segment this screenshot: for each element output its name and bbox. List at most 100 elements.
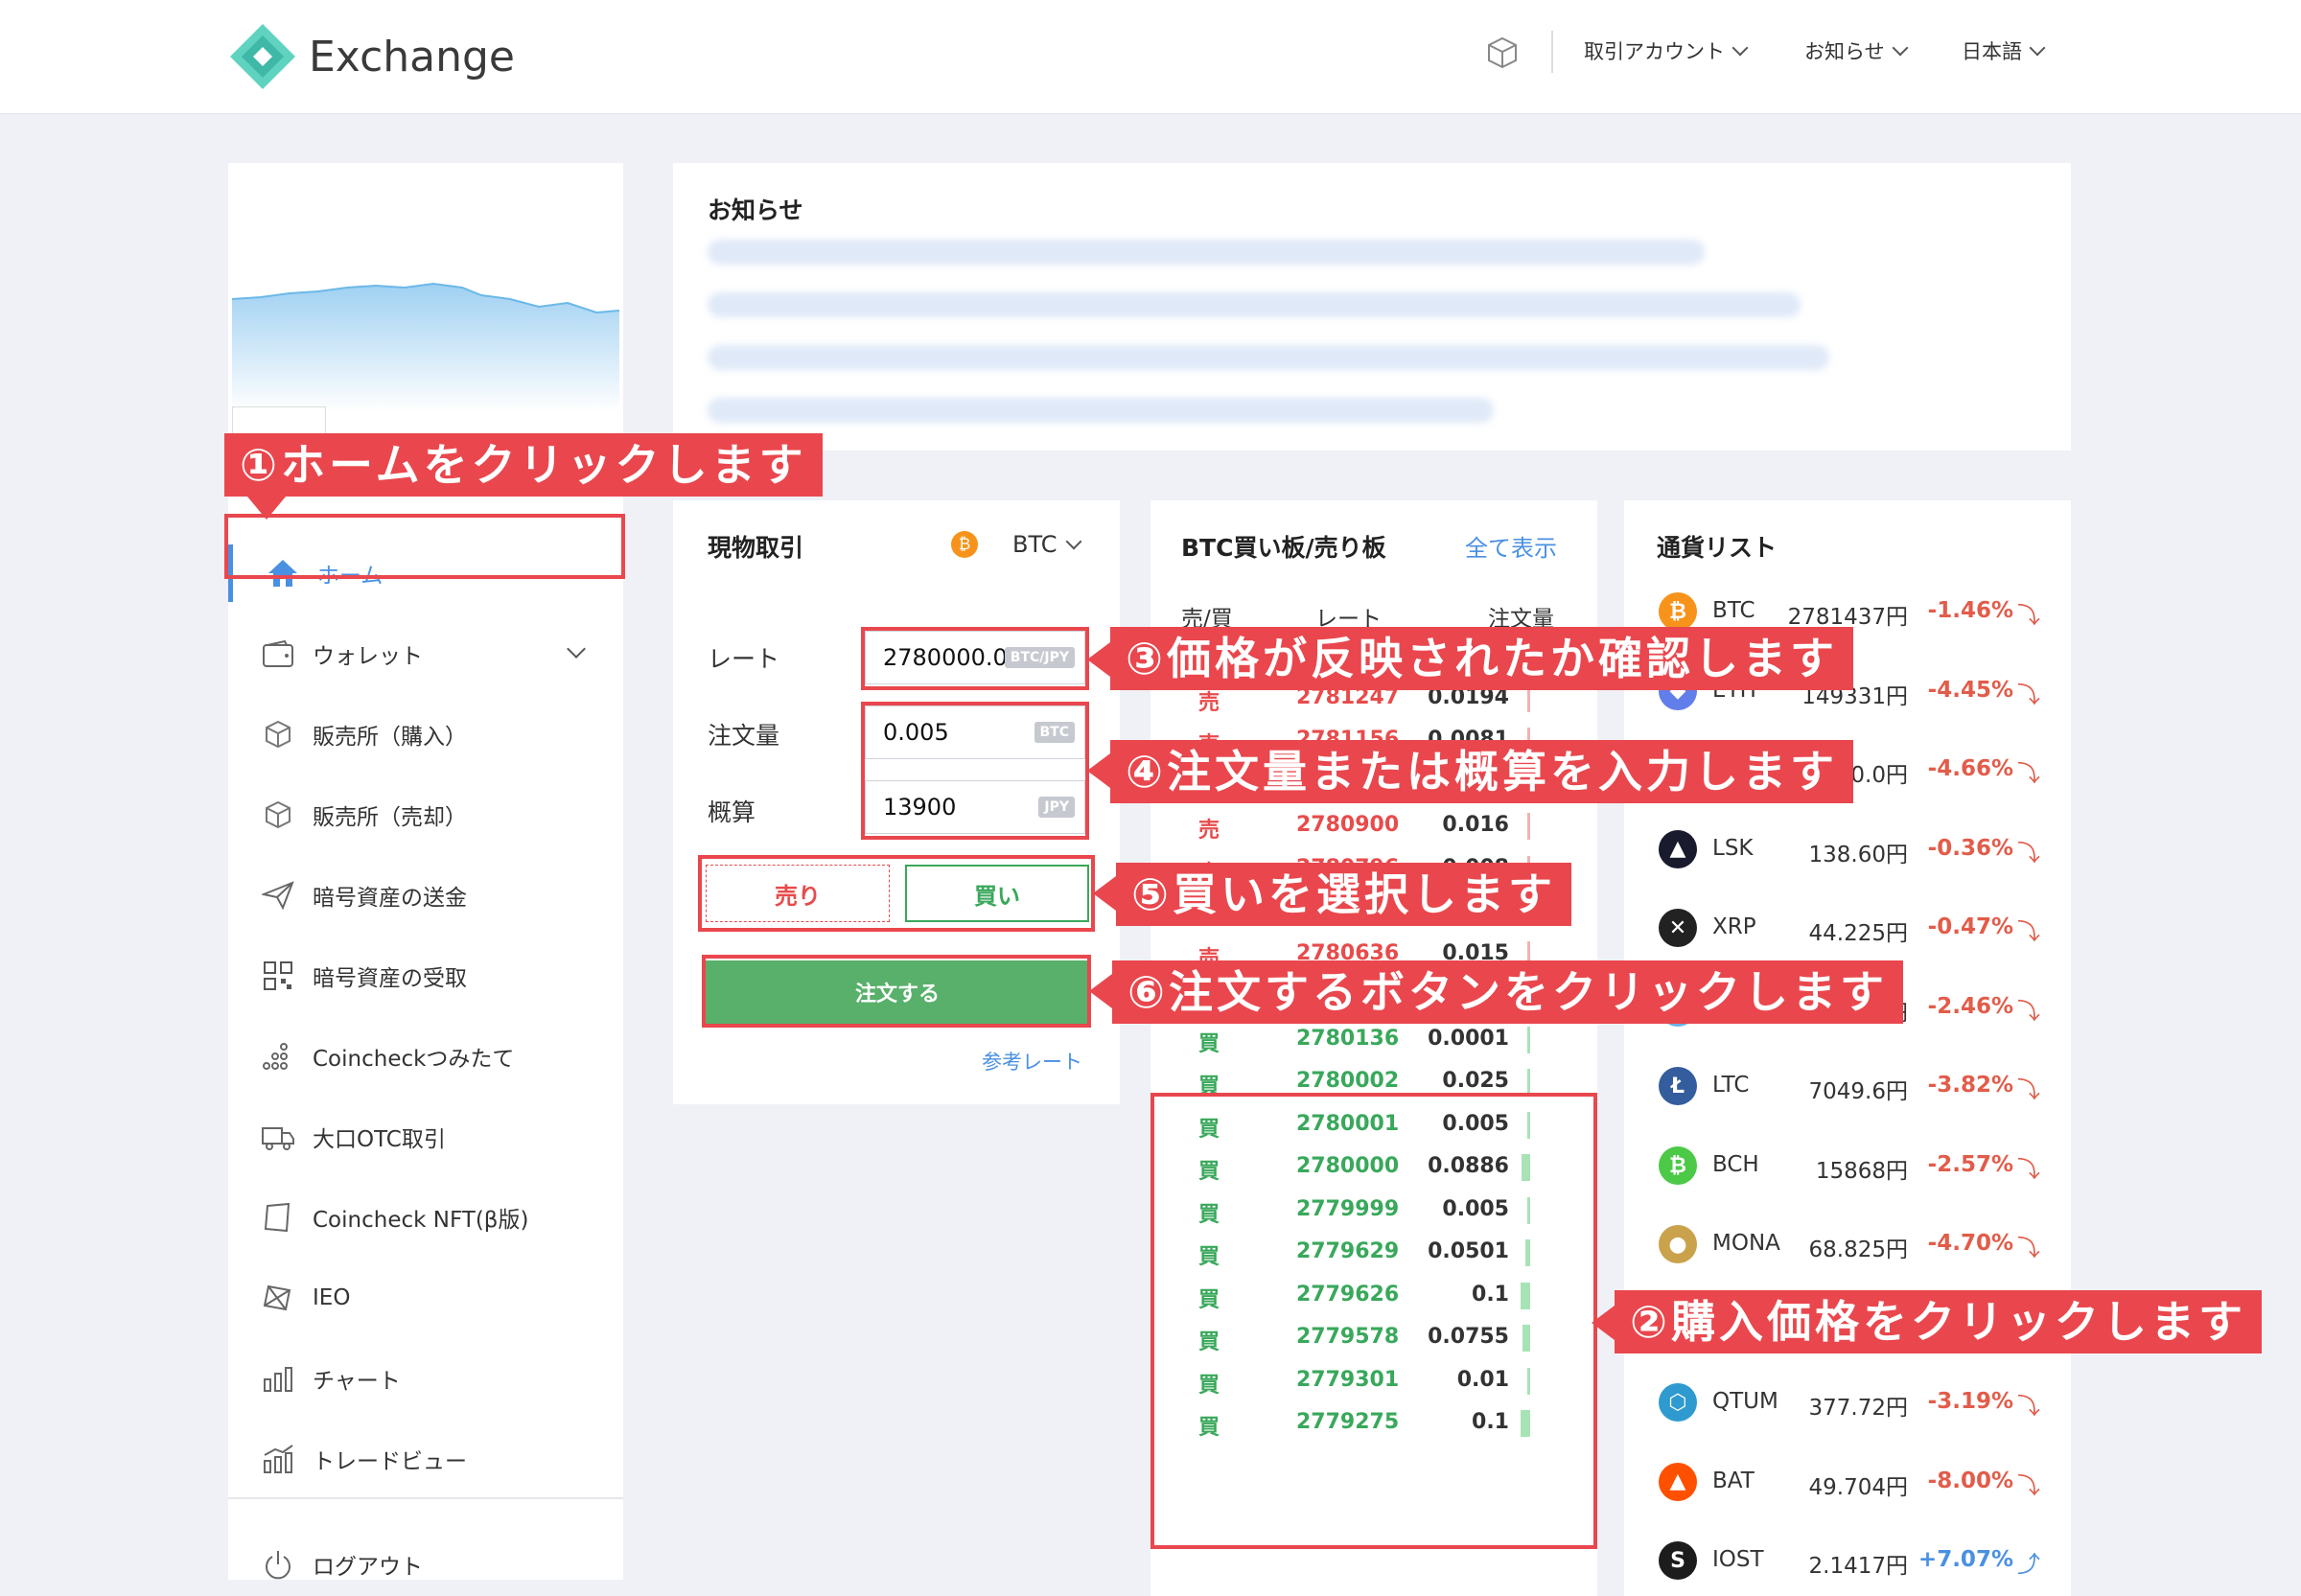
lsk-coin-icon: ▲ (1659, 829, 1697, 868)
sidebar-item-receive[interactable]: 暗号資産の受取 (228, 947, 621, 1005)
nav-news[interactable]: お知らせ (1804, 36, 1909, 65)
annotation-step-4: ④注文量または概算を入力します (1110, 740, 1853, 803)
annotation-step-5: ⑤買いを選択します (1116, 863, 1571, 926)
trend-down-icon: ⤵ (2017, 602, 2040, 629)
currency-name: IOST (1712, 1547, 1764, 1572)
sidebar-item-label: 暗号資産の送金 (313, 886, 467, 911)
sidebar-item-label: ウォレット (313, 644, 423, 669)
currency-price: 15868円 (1815, 1158, 1908, 1184)
spot-title: 現物取引 (708, 534, 804, 562)
nav-trade-account[interactable]: 取引アカウント (1584, 36, 1749, 65)
news-item[interactable] (708, 345, 1829, 370)
currency-row[interactable]: Ł LTC 7049.6円 -3.82% ⤵ (1624, 1048, 2071, 1126)
highlight-home (224, 514, 625, 579)
currency-price: 49.704円 (1808, 1474, 1908, 1500)
truck-icon (261, 1120, 295, 1154)
ieo-icon (261, 1281, 295, 1315)
show-all-link[interactable]: 全て表示 (1465, 529, 1557, 563)
currency-price: 138.60円 (1808, 842, 1908, 867)
news-title: お知らせ (708, 197, 803, 224)
trend-down-icon: ⤵ (2017, 839, 2040, 867)
currency-price: 2.1417円 (1808, 1554, 1908, 1579)
sidebar-item-chart[interactable]: チャート (228, 1350, 621, 1407)
sidebar-item-label: IEO (313, 1285, 351, 1310)
sidebar-item-label: チャート (313, 1369, 401, 1394)
annotation-pointer-5 (1093, 876, 1116, 911)
currency-row[interactable]: S IOST 2.1417円 +7.07% ⤴ (1624, 1522, 2071, 1596)
sidebar-item-nft[interactable]: Coincheck NFT(β版) (228, 1189, 621, 1246)
buy-order-row[interactable]: 買 2780136 0.0001 (1150, 1019, 1563, 1061)
trend-down-icon: ⤵ (2017, 1471, 2040, 1499)
chevron-down-icon (1732, 39, 1749, 57)
currency-rows: ₿BTC2781437円-1.46%⤵◆ETH149331円-4.45%⤵◆ET… (1624, 573, 2071, 1589)
mona-coin-icon: ● (1659, 1225, 1697, 1263)
sidebar-item-sell-store[interactable]: 販売所（売却） (228, 786, 621, 844)
chevron-down-icon (1892, 39, 1909, 57)
sidebar-item-tradeview[interactable]: トレードビュー (228, 1430, 621, 1488)
chart-tab[interactable] (232, 406, 326, 436)
wallet-icon (261, 636, 295, 671)
sidebar-item-tsumitate[interactable]: Coincheckつみたて (228, 1028, 621, 1085)
news-item[interactable] (708, 292, 1801, 317)
amount-label: 注文量 (708, 722, 780, 750)
currency-row[interactable]: ▲ BAT 49.704円 -8.00% ⤵ (1624, 1444, 2071, 1522)
news-item[interactable] (708, 398, 1494, 423)
currency-change: -4.66% (1927, 756, 2013, 781)
annotation-pointer-6 (1089, 974, 1112, 1008)
estimate-label: 概算 (708, 798, 756, 826)
order-side: 売 (1198, 819, 1220, 843)
order-qty: 0.025 (1442, 1069, 1509, 1093)
currency-change: -0.36% (1927, 835, 2013, 861)
news-panel: お知らせ (673, 163, 2071, 451)
sidebar-item-buy-store[interactable]: 販売所（購入） (228, 705, 621, 763)
logo[interactable]: Exchange (228, 21, 516, 92)
currency-row[interactable]: ✕ XRP 44.225円 -0.47% ⤵ (1624, 890, 2071, 968)
bch-coin-icon: ₿ (1659, 1145, 1697, 1185)
currency-row[interactable]: ● MONA 68.825円 -4.70% ⤵ (1624, 1206, 2071, 1284)
sidebar-item-label: 大口OTC取引 (313, 1127, 446, 1152)
currency-price: 377.72円 (1808, 1396, 1908, 1421)
sidebar-item-otc[interactable]: 大口OTC取引 (228, 1108, 621, 1166)
sidebar-item-wallet[interactable]: ウォレット (228, 625, 621, 682)
sidebar-item-logout[interactable]: ログアウト (228, 1536, 621, 1593)
sidebar-item-ieo[interactable]: IEO (228, 1269, 621, 1327)
sidebar-divider (228, 1497, 623, 1499)
currency-list-title: 通貨リスト (1657, 534, 1778, 562)
pair-selector[interactable]: ₿ BTC (951, 531, 1082, 558)
news-item[interactable] (708, 240, 1705, 265)
currency-change: -3.19% (1927, 1389, 2013, 1414)
sidebar-item-send[interactable]: 暗号資産の送金 (228, 867, 621, 924)
trade-chart-icon (261, 1442, 295, 1476)
bar-chart-icon (261, 1361, 295, 1396)
nft-card-icon (261, 1200, 295, 1235)
currency-name: LTC (1712, 1073, 1750, 1098)
nav-language[interactable]: 日本語 (1962, 36, 2046, 65)
currency-change: -4.45% (1927, 677, 2013, 703)
qr-icon (261, 959, 295, 993)
sidebar-item-label: 販売所（売却） (313, 805, 467, 830)
currency-row[interactable]: ₿ BCH 15868円 -2.57% ⤵ (1624, 1127, 2071, 1206)
currency-name: MONA (1712, 1231, 1780, 1256)
order-qty: 0.016 (1442, 813, 1509, 837)
highlight-submit-button (702, 955, 1091, 1028)
order-rate: 2780002 (1296, 1069, 1400, 1093)
sidebar-item-label: 暗号資産の受取 (313, 966, 467, 991)
currency-row[interactable]: ▲ LSK 138.60円 -0.36% ⤵ (1624, 811, 2071, 890)
currency-price: 2781437円 (1787, 605, 1908, 630)
top-header: Exchange 取引アカウント お知らせ 日本語 (0, 0, 2301, 114)
sell-order-row[interactable]: 売 2780900 0.016 (1150, 805, 1563, 847)
currency-change: -0.47% (1927, 914, 2013, 939)
order-rate: 2780900 (1296, 813, 1400, 837)
currency-price: 68.825円 (1808, 1237, 1908, 1262)
currency-price: 44.225円 (1808, 921, 1908, 946)
trend-down-icon: ⤵ (2017, 1235, 2040, 1261)
cube-icon-button[interactable] (1484, 35, 1522, 73)
reference-rate-link[interactable]: 参考レート (982, 1047, 1082, 1076)
currency-change: -1.46% (1927, 598, 2013, 623)
currency-change: -3.82% (1927, 1073, 2013, 1098)
currency-row[interactable]: ⬡ QTUM 377.72円 -3.19% ⤵ (1624, 1364, 2071, 1443)
sidebar-item-label: ログアウト (313, 1555, 423, 1580)
currency-name: BTC (1712, 598, 1755, 623)
highlight-rate-input (861, 627, 1089, 690)
bat-coin-icon: ▲ (1659, 1462, 1697, 1501)
